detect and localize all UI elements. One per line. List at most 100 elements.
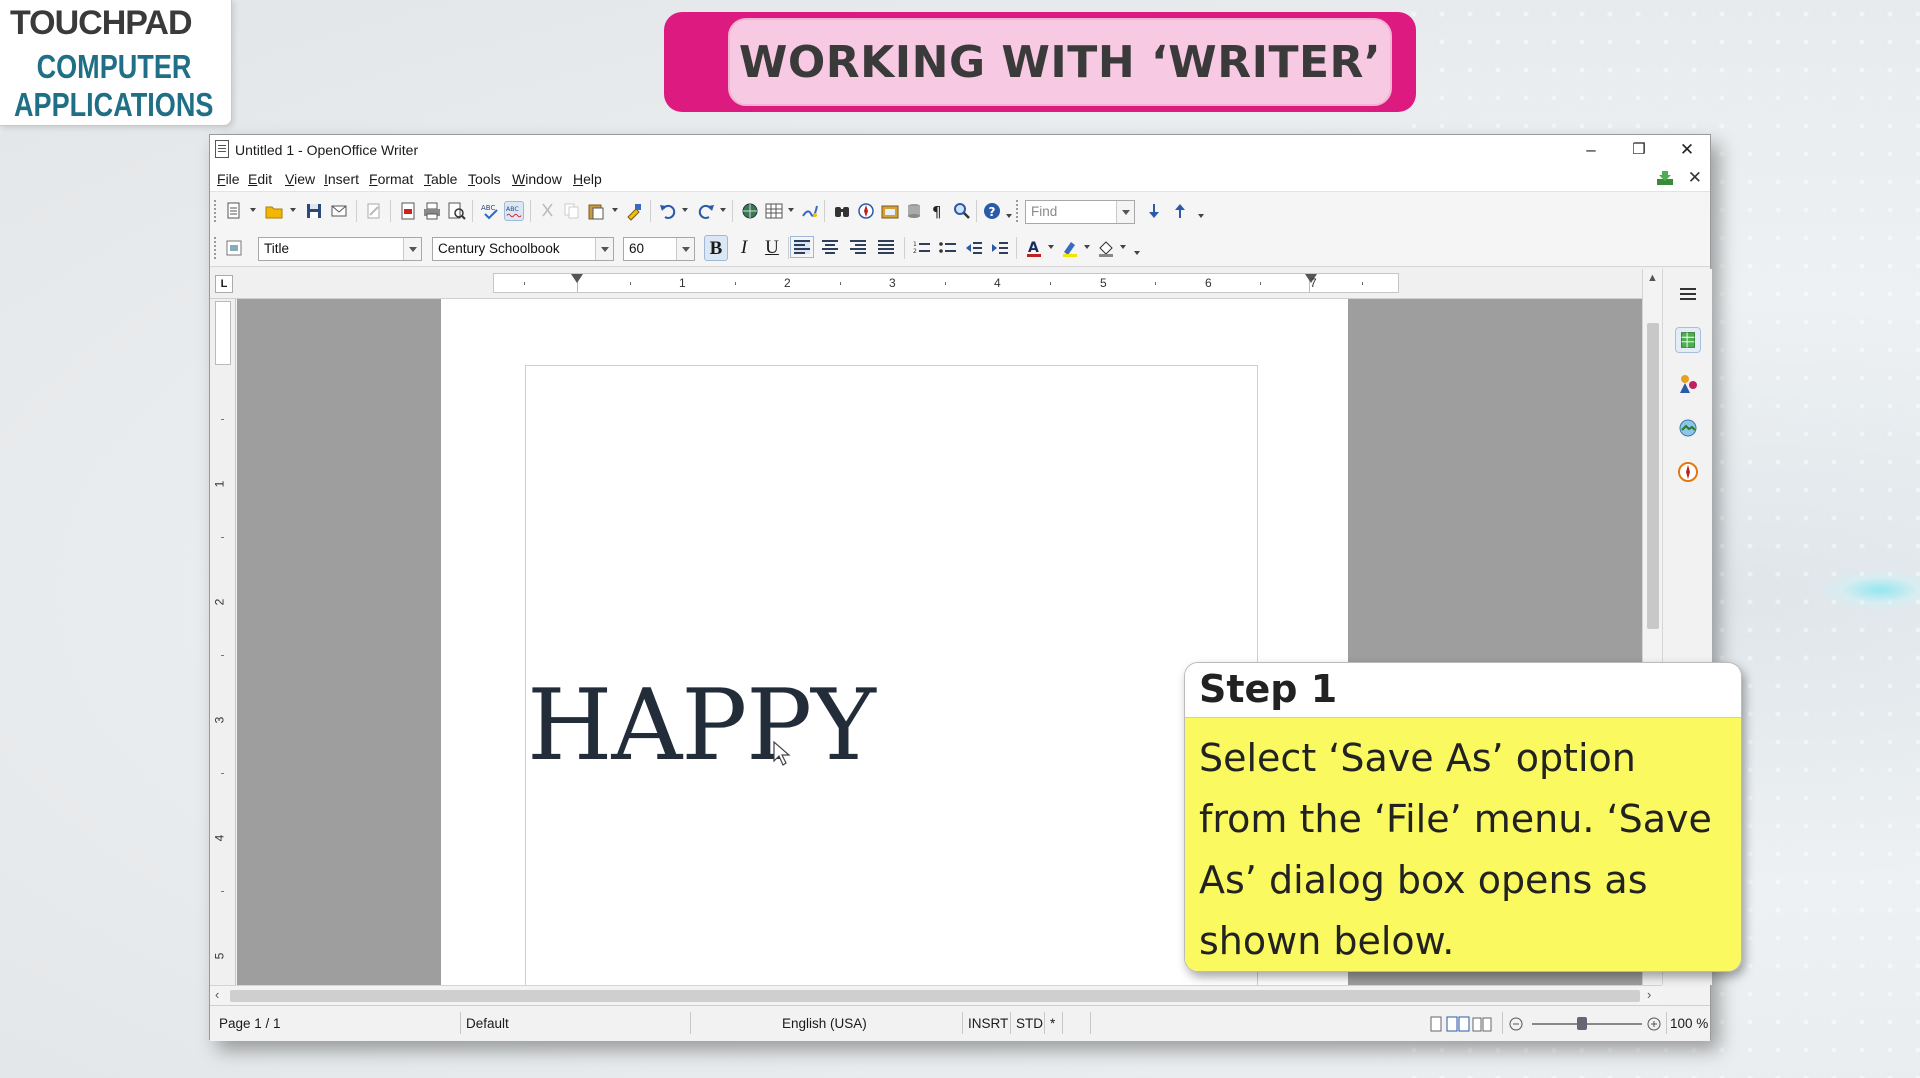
scroll-left-arrow[interactable]: ‹ xyxy=(215,987,219,1002)
justify-icon[interactable] xyxy=(878,240,894,254)
menu-tools[interactable]: Tools xyxy=(468,171,501,187)
undo-icon[interactable] xyxy=(658,201,678,221)
email-icon[interactable] xyxy=(330,201,350,221)
hyperlink-icon[interactable] xyxy=(740,201,760,221)
table-dropdown-arrow[interactable] xyxy=(788,208,794,212)
selection-mode[interactable]: STD xyxy=(1016,1016,1043,1031)
tab-stop-selector[interactable]: L xyxy=(215,275,233,293)
page-count[interactable]: Page 1 / 1 xyxy=(219,1016,281,1031)
horizontal-ruler[interactable]: 1 2 3 4 5 6 7 xyxy=(493,273,1399,293)
help-icon[interactable]: ? xyxy=(982,201,1002,221)
zoom-icon[interactable] xyxy=(952,201,972,221)
sidebar-menu-icon[interactable] xyxy=(1675,281,1701,307)
new-dropdown-arrow[interactable] xyxy=(250,208,256,212)
bold-button[interactable]: B xyxy=(704,235,728,261)
formatting-toolbar-options-arrow[interactable] xyxy=(1134,251,1140,255)
table-icon[interactable] xyxy=(764,201,784,221)
close-button[interactable]: ✕ xyxy=(1664,137,1710,163)
paragraph-style-dropdown[interactable] xyxy=(403,238,421,260)
find-toolbar-options-arrow[interactable] xyxy=(1198,214,1204,218)
increase-indent-icon[interactable] xyxy=(990,238,1010,258)
menu-window[interactable]: Window xyxy=(512,171,562,187)
toolbar-grip[interactable] xyxy=(214,237,217,259)
font-name-dropdown[interactable] xyxy=(595,238,613,260)
find-next-icon[interactable] xyxy=(1144,201,1164,221)
save-icon[interactable] xyxy=(304,201,324,221)
horizontal-scrollbar[interactable]: ‹ › xyxy=(210,985,1662,1005)
autospellcheck-icon[interactable]: ABC xyxy=(504,201,524,221)
new-document-icon[interactable] xyxy=(224,201,244,221)
vertical-ruler[interactable]: 1 2 3 4 5 xyxy=(210,299,236,985)
open-icon[interactable] xyxy=(264,201,284,221)
print-icon[interactable] xyxy=(422,201,442,221)
cut-icon[interactable] xyxy=(538,201,558,221)
single-page-view-icon[interactable] xyxy=(1428,1016,1444,1032)
vertical-scroll-thumb[interactable] xyxy=(1647,323,1659,629)
undo-dropdown-arrow[interactable] xyxy=(682,208,688,212)
font-color-dropdown-arrow[interactable] xyxy=(1048,245,1054,249)
redo-icon[interactable] xyxy=(696,201,716,221)
italic-button[interactable]: I xyxy=(732,235,756,261)
page-style[interactable]: Default xyxy=(466,1016,509,1031)
scroll-up-arrow[interactable]: ▲ xyxy=(1647,272,1658,284)
restore-button[interactable]: ❒ xyxy=(1616,137,1662,163)
update-download-icon[interactable] xyxy=(1656,170,1674,186)
horizontal-scroll-thumb[interactable] xyxy=(230,990,1640,1002)
underline-button[interactable]: U xyxy=(760,235,784,261)
zoom-level[interactable]: 100 % xyxy=(1670,1016,1708,1031)
menu-view[interactable]: View xyxy=(285,171,315,187)
properties-icon[interactable] xyxy=(1675,327,1701,353)
clone-formatting-icon[interactable] xyxy=(624,201,644,221)
zoom-slider-handle[interactable] xyxy=(1577,1017,1587,1030)
gallery-icon[interactable] xyxy=(1675,415,1701,441)
menu-file[interactable]: File xyxy=(217,171,240,187)
menu-format[interactable]: Format xyxy=(369,171,413,187)
scroll-right-arrow[interactable]: › xyxy=(1647,987,1651,1002)
document-modified-indicator[interactable]: * xyxy=(1050,1016,1055,1031)
highlighting-dropdown-arrow[interactable] xyxy=(1084,245,1090,249)
navigator-icon[interactable] xyxy=(856,201,876,221)
draw-functions-icon[interactable] xyxy=(800,201,820,221)
align-center-icon[interactable] xyxy=(822,240,838,254)
close-document-button[interactable]: ✕ xyxy=(1688,168,1702,188)
paste-dropdown-arrow[interactable] xyxy=(612,208,618,212)
menu-table[interactable]: Table xyxy=(424,171,457,187)
paste-icon[interactable] xyxy=(586,201,606,221)
insert-mode[interactable]: INSRT xyxy=(968,1016,1008,1031)
page-preview-icon[interactable] xyxy=(446,201,466,221)
zoom-out-icon[interactable] xyxy=(1508,1016,1524,1032)
highlighting-icon[interactable] xyxy=(1060,238,1080,258)
styles-formatting-icon[interactable] xyxy=(224,238,244,258)
background-color-dropdown-arrow[interactable] xyxy=(1120,245,1126,249)
menu-insert[interactable]: Insert xyxy=(324,171,359,187)
toolbar-grip[interactable] xyxy=(214,200,217,222)
find-previous-icon[interactable] xyxy=(1170,201,1190,221)
paragraph-style-select[interactable]: Title xyxy=(258,237,422,261)
font-name-select[interactable]: Century Schoolbook xyxy=(432,237,614,261)
align-right-icon[interactable] xyxy=(850,240,866,254)
zoom-slider-track[interactable] xyxy=(1532,1023,1642,1025)
open-dropdown-arrow[interactable] xyxy=(290,208,296,212)
book-view-icon[interactable] xyxy=(1472,1016,1492,1032)
toolbar-options-arrow[interactable] xyxy=(1006,214,1012,218)
styles-icon[interactable] xyxy=(1675,371,1701,397)
find-input[interactable]: Find xyxy=(1025,200,1135,224)
document-text[interactable]: HAPPY xyxy=(527,669,876,783)
find-replace-icon[interactable] xyxy=(832,201,852,221)
spellcheck-icon[interactable]: ABC xyxy=(480,201,500,221)
toolbar-grip[interactable] xyxy=(1016,200,1019,222)
background-color-icon[interactable] xyxy=(1096,238,1116,258)
menu-help[interactable]: Help xyxy=(573,171,602,187)
redo-dropdown-arrow[interactable] xyxy=(720,208,726,212)
align-left-icon[interactable] xyxy=(790,236,814,258)
bullets-icon[interactable] xyxy=(938,238,958,258)
first-line-indent-marker[interactable] xyxy=(571,274,583,283)
find-dropdown-button[interactable] xyxy=(1116,201,1134,223)
font-size-dropdown[interactable] xyxy=(676,238,694,260)
copy-icon[interactable] xyxy=(562,201,582,221)
minimize-button[interactable]: – xyxy=(1568,137,1614,163)
multi-page-view-icon[interactable] xyxy=(1446,1016,1470,1032)
data-sources-icon[interactable] xyxy=(904,201,924,221)
decrease-indent-icon[interactable] xyxy=(964,238,984,258)
gallery-icon[interactable] xyxy=(880,201,900,221)
